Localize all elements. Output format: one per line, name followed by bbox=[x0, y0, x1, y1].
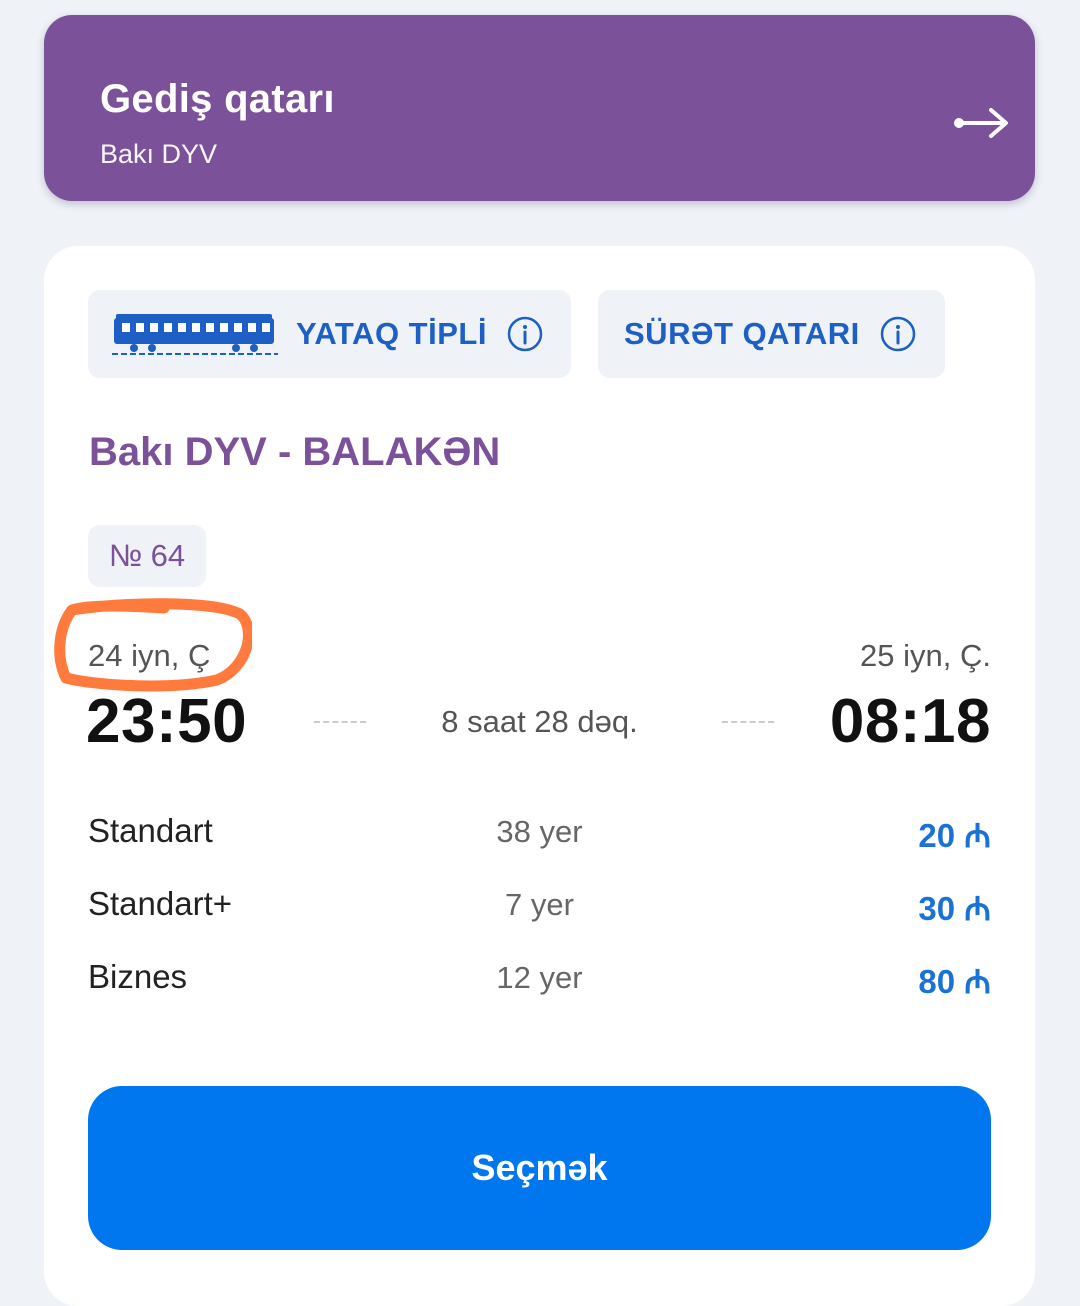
fare-seats: 7 yer bbox=[505, 887, 574, 922]
fare-seats: 38 yer bbox=[496, 814, 583, 849]
info-icon[interactable] bbox=[880, 316, 916, 352]
tag-sleeper[interactable]: YATAQ TİPLİ bbox=[88, 290, 571, 378]
route-title: Bakı DYV - BALAKƏN bbox=[89, 430, 501, 474]
divider bbox=[722, 721, 774, 723]
arrow-right-icon[interactable] bbox=[951, 103, 1011, 143]
fare-row: Standart 38 yer 20 ₼ bbox=[88, 812, 991, 862]
tag-sleeper-label: YATAQ TİPLİ bbox=[296, 316, 487, 351]
fare-seats: 12 yer bbox=[496, 960, 583, 995]
tag-express[interactable]: SÜRƏT QATARI bbox=[598, 290, 945, 378]
info-icon[interactable] bbox=[507, 316, 543, 352]
arrival-date: 25 iyn, Ç. bbox=[860, 638, 991, 673]
train-card: YATAQ TİPLİ SÜRƏT QATARI Bakı DYV - BALA… bbox=[44, 246, 1035, 1306]
fare-price: 30 ₼ bbox=[918, 890, 991, 927]
header-title: Gediş qatarı bbox=[100, 77, 335, 121]
select-button[interactable]: Seçmək bbox=[88, 1086, 991, 1250]
train-number-badge: № 64 bbox=[88, 525, 206, 587]
tag-express-label: SÜRƏT QATARI bbox=[624, 316, 860, 351]
fare-price: 80 ₼ bbox=[918, 963, 991, 1000]
arrival-time: 08:18 bbox=[829, 687, 991, 756]
train-header[interactable]: Gediş qatarı Bakı DYV bbox=[44, 15, 1035, 201]
header-subtitle: Bakı DYV bbox=[100, 139, 218, 169]
fare-row: Biznes 12 yer 80 ₼ bbox=[88, 958, 991, 1008]
train-icon bbox=[112, 314, 278, 355]
fare-price: 20 ₼ bbox=[918, 817, 991, 854]
departure-date: 24 iyn, Ç bbox=[88, 638, 211, 673]
fare-row: Standart+ 7 yer 30 ₼ bbox=[88, 885, 991, 935]
